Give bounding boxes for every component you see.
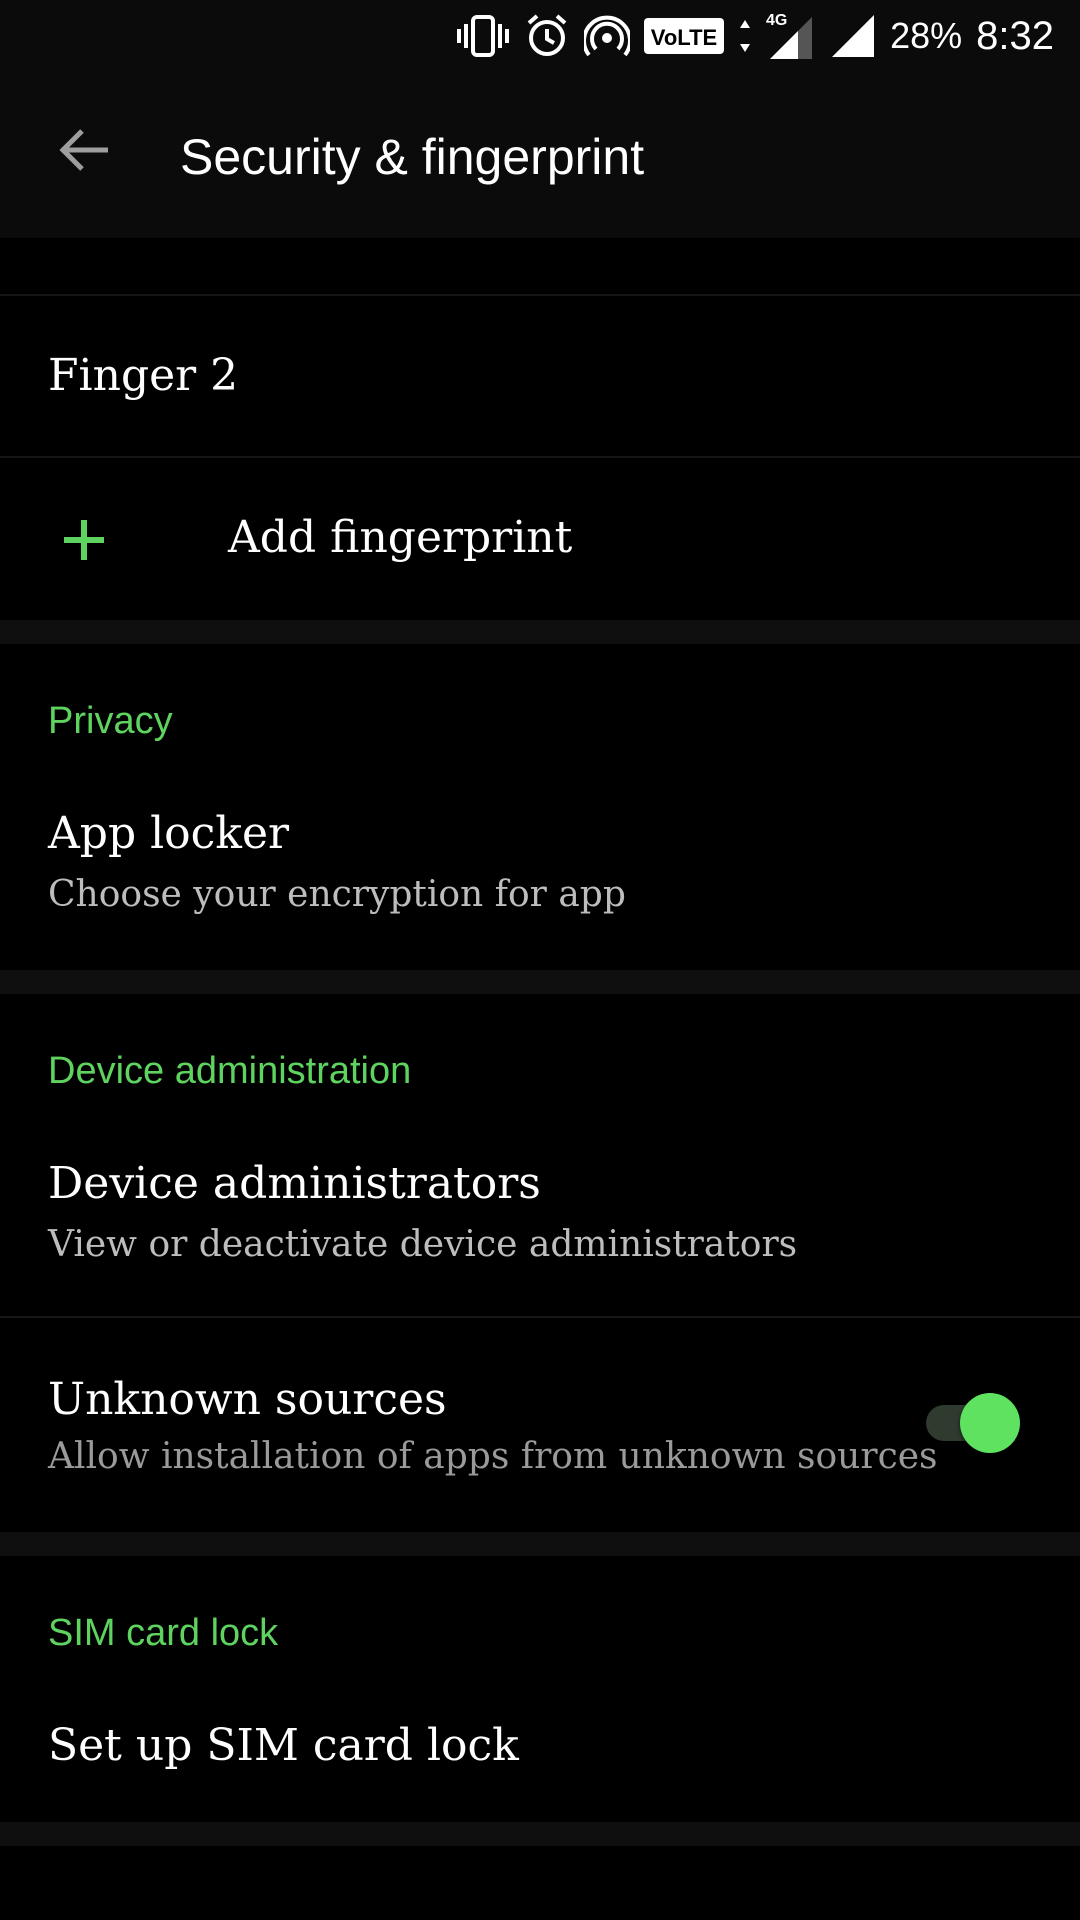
section-separator <box>0 1532 1080 1556</box>
signal-4g-icon: 4G <box>766 11 816 61</box>
section-header-privacy: Privacy <box>48 700 173 742</box>
status-icons: VoLTE 4G 28% 8:32 <box>456 8 1054 64</box>
section-header-sim-card-lock: SIM card lock <box>48 1612 279 1654</box>
unknown-sources-toggle[interactable] <box>960 1393 1020 1453</box>
fingerprint-item[interactable]: Finger 2 <box>0 296 1080 456</box>
section-separator <box>0 970 1080 994</box>
data-arrows-icon <box>738 16 752 56</box>
app-locker-subtitle: Choose your encryption for app <box>48 874 626 915</box>
battery-percentage: 28% <box>890 15 963 56</box>
fingerprint-label: Finger 2 <box>48 350 239 401</box>
set-up-sim-card-lock-title: Set up SIM card lock <box>48 1720 519 1771</box>
app-locker-item[interactable]: App locker Choose your encryption for ap… <box>0 780 1080 970</box>
svg-text:4G: 4G <box>766 12 787 29</box>
clock: 8:32 <box>976 13 1054 58</box>
section-separator <box>0 620 1080 644</box>
toolbar: Security & fingerprint <box>0 72 1080 238</box>
add-fingerprint-button[interactable]: Add fingerprint <box>0 458 1080 620</box>
back-button[interactable] <box>36 112 132 192</box>
add-fingerprint-label: Add fingerprint <box>228 512 573 563</box>
device-administrators-subtitle: View or deactivate device administrators <box>48 1224 798 1265</box>
vibrate-icon <box>456 14 510 58</box>
alarm-icon <box>524 13 570 59</box>
section-separator <box>0 1822 1080 1846</box>
set-up-sim-card-lock-item[interactable]: Set up SIM card lock <box>0 1692 1080 1822</box>
status-bar: VoLTE 4G 28% 8:32 <box>0 0 1080 72</box>
section-header-device-administration: Device administration <box>48 1050 412 1092</box>
app-locker-title: App locker <box>48 808 290 859</box>
hotspot-icon <box>584 13 631 59</box>
unknown-sources-title: Unknown sources <box>48 1374 447 1425</box>
device-administrators-title: Device administrators <box>48 1158 541 1209</box>
volte-icon: VoLTE <box>644 16 725 56</box>
svg-text:VoLTE: VoLTE <box>651 25 717 50</box>
device-administrators-item[interactable]: Device administrators View or deactivate… <box>0 1130 1080 1316</box>
page-title: Security & fingerprint <box>180 129 645 185</box>
unknown-sources-item[interactable]: Unknown sources Allow installation of ap… <box>0 1318 1080 1530</box>
signal-icon <box>830 13 876 59</box>
plus-icon <box>62 518 106 566</box>
unknown-sources-subtitle: Allow installation of apps from unknown … <box>48 1436 938 1477</box>
back-arrow-icon <box>56 125 112 179</box>
